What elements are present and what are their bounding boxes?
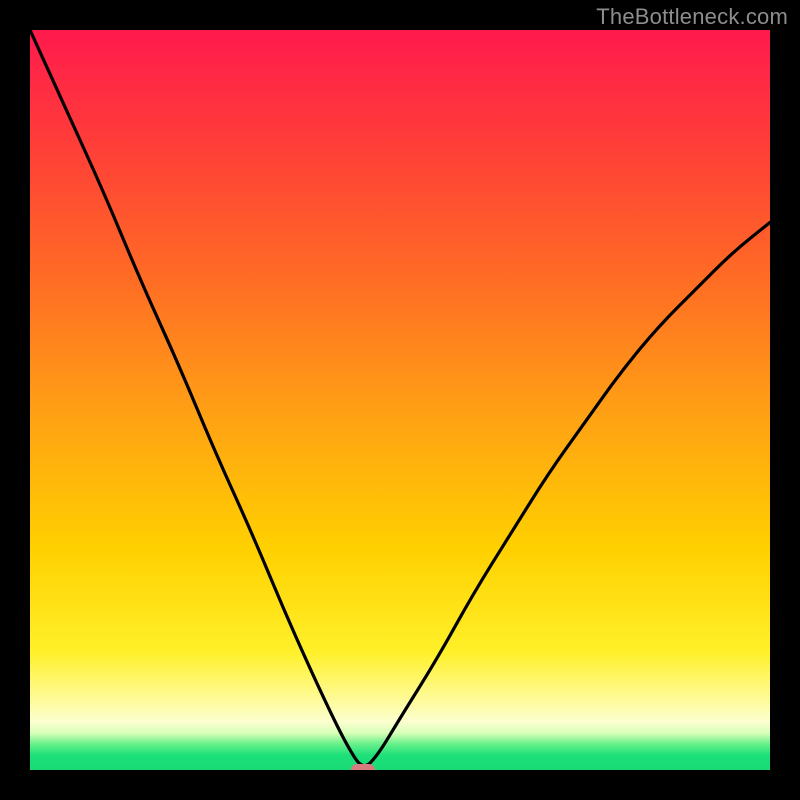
watermark-text: TheBottleneck.com [596,4,788,30]
bottleneck-curve [30,30,770,770]
plot-area [30,30,770,770]
minimum-marker [351,764,375,770]
chart-frame: TheBottleneck.com [0,0,800,800]
bottleneck-curve-path [30,30,770,766]
